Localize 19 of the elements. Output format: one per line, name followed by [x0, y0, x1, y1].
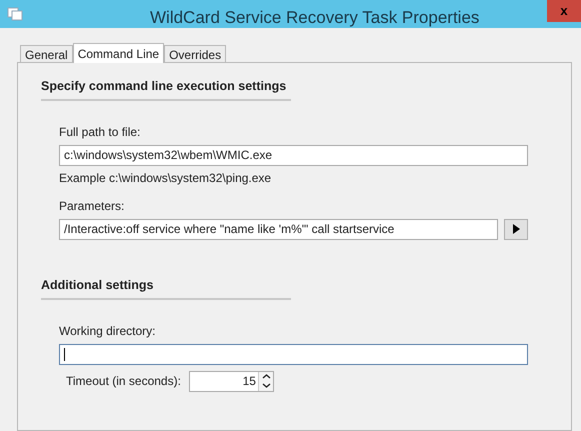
window-icon [7, 7, 23, 21]
field-label: Timeout (in seconds): [66, 373, 181, 390]
play-arrow-icon [512, 224, 520, 234]
tab[interactable]: Command Line [72, 43, 164, 63]
section-heading: Additional settings [41, 276, 291, 300]
tab[interactable]: Overrides [164, 45, 226, 62]
field-label: Parameters: [59, 198, 126, 215]
input-field[interactable] [59, 344, 528, 364]
window-title: WildCard Service Recovery Task Properties [150, 7, 480, 29]
input-field[interactable]: c:\windows\system32\wbem\WMIC.exe [59, 144, 528, 166]
close-button[interactable]: x [547, 0, 581, 22]
field-label: Full path to file: [59, 124, 142, 141]
hint-text: Example c:\windows\system32\ping.exe [59, 170, 272, 187]
tab[interactable]: General [20, 45, 73, 62]
arrow-button[interactable] [504, 218, 528, 240]
spinner-field[interactable]: 15 [188, 370, 274, 392]
section-heading: Specify command line execution settings [41, 77, 291, 101]
field-label: Working directory: [59, 322, 156, 340]
input-field[interactable]: /Interactive:off service where "name like 'm%'" call startservice [59, 218, 498, 240]
